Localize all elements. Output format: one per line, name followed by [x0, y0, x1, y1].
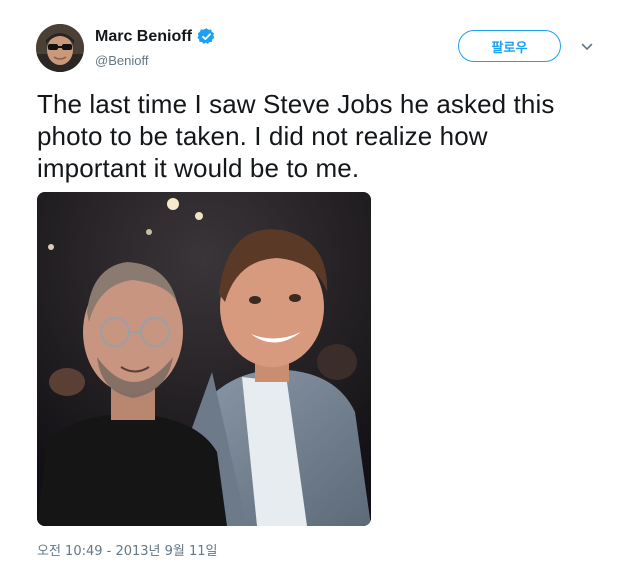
- author-handle[interactable]: @Benioff: [95, 53, 148, 68]
- follow-button[interactable]: 팔로우: [458, 30, 561, 62]
- user-avatar[interactable]: [36, 24, 84, 72]
- author-display-name[interactable]: Marc Benioff: [95, 28, 192, 46]
- tweet-card: Marc Benioff @Benioff 팔로우 The last time …: [0, 0, 632, 570]
- avatar-image: [36, 24, 84, 72]
- chevron-down-icon[interactable]: [580, 40, 594, 54]
- photo-image: [37, 192, 371, 526]
- tweet-text: The last time I saw Steve Jobs he asked …: [37, 89, 555, 183]
- verified-badge-icon: [197, 27, 216, 46]
- tweet-timestamp[interactable]: 오전 10:49 - 2013년 9월 11일: [37, 540, 218, 559]
- tweet-photo[interactable]: [37, 192, 371, 526]
- author-name-row: Marc Benioff: [95, 27, 216, 46]
